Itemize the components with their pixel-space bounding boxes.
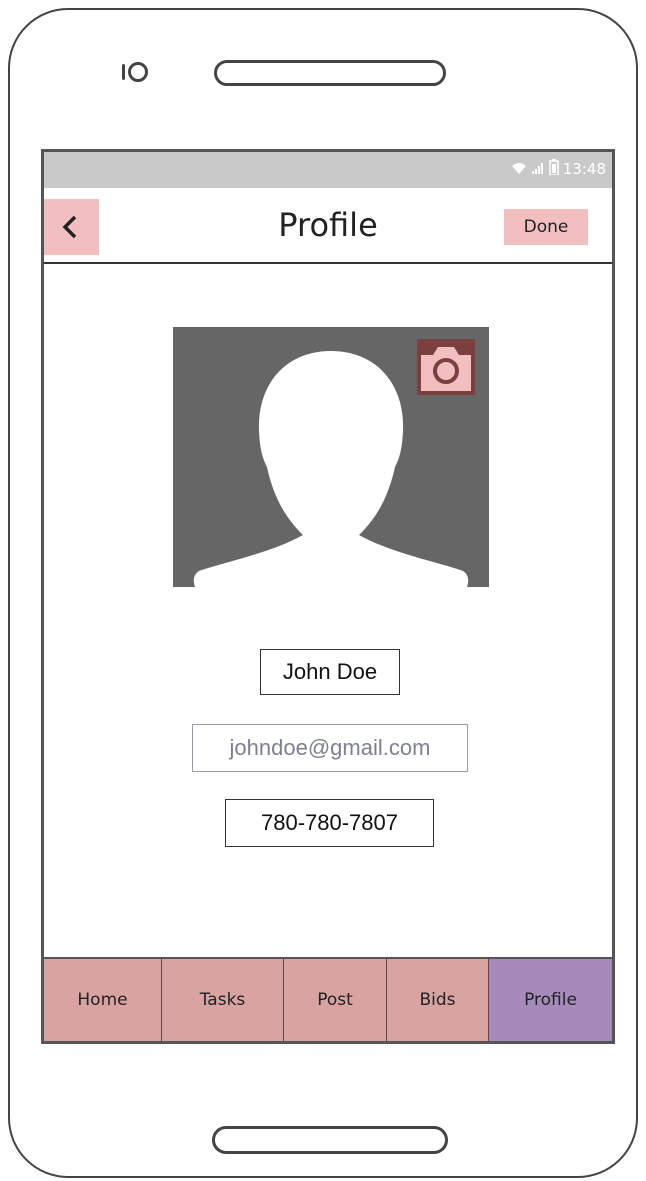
name-field[interactable]: John Doe	[260, 649, 400, 695]
battery-icon	[549, 159, 559, 179]
sensor-mark	[122, 64, 125, 80]
tab-bids[interactable]: Bids	[387, 959, 489, 1041]
speaker-grille	[214, 60, 446, 86]
home-button[interactable]	[212, 1126, 448, 1154]
status-icons: 13:48	[511, 159, 606, 179]
tab-tasks[interactable]: Tasks	[162, 959, 284, 1041]
tab-post[interactable]: Post	[284, 959, 387, 1041]
change-photo-button[interactable]	[417, 339, 475, 395]
wifi-icon	[511, 160, 527, 179]
phone-field[interactable]: 780-780-7807	[225, 799, 434, 847]
status-time: 13:48	[562, 160, 606, 178]
app-header: Profile Done	[44, 188, 612, 264]
app-screen: 13:48 Profile Done John Doe johndoe@gmai…	[41, 149, 615, 1044]
tab-profile[interactable]: Profile	[489, 959, 612, 1041]
email-field[interactable]: johndoe@gmail.com	[192, 724, 468, 772]
bottom-tab-bar: Home Tasks Post Bids Profile	[44, 957, 612, 1041]
signal-icon	[531, 160, 545, 179]
status-bar: 13:48	[44, 152, 612, 188]
camera-icon	[417, 347, 475, 399]
tab-home[interactable]: Home	[44, 959, 162, 1041]
done-button[interactable]: Done	[504, 209, 588, 245]
front-camera	[128, 62, 148, 82]
chevron-left-icon	[44, 215, 99, 258]
